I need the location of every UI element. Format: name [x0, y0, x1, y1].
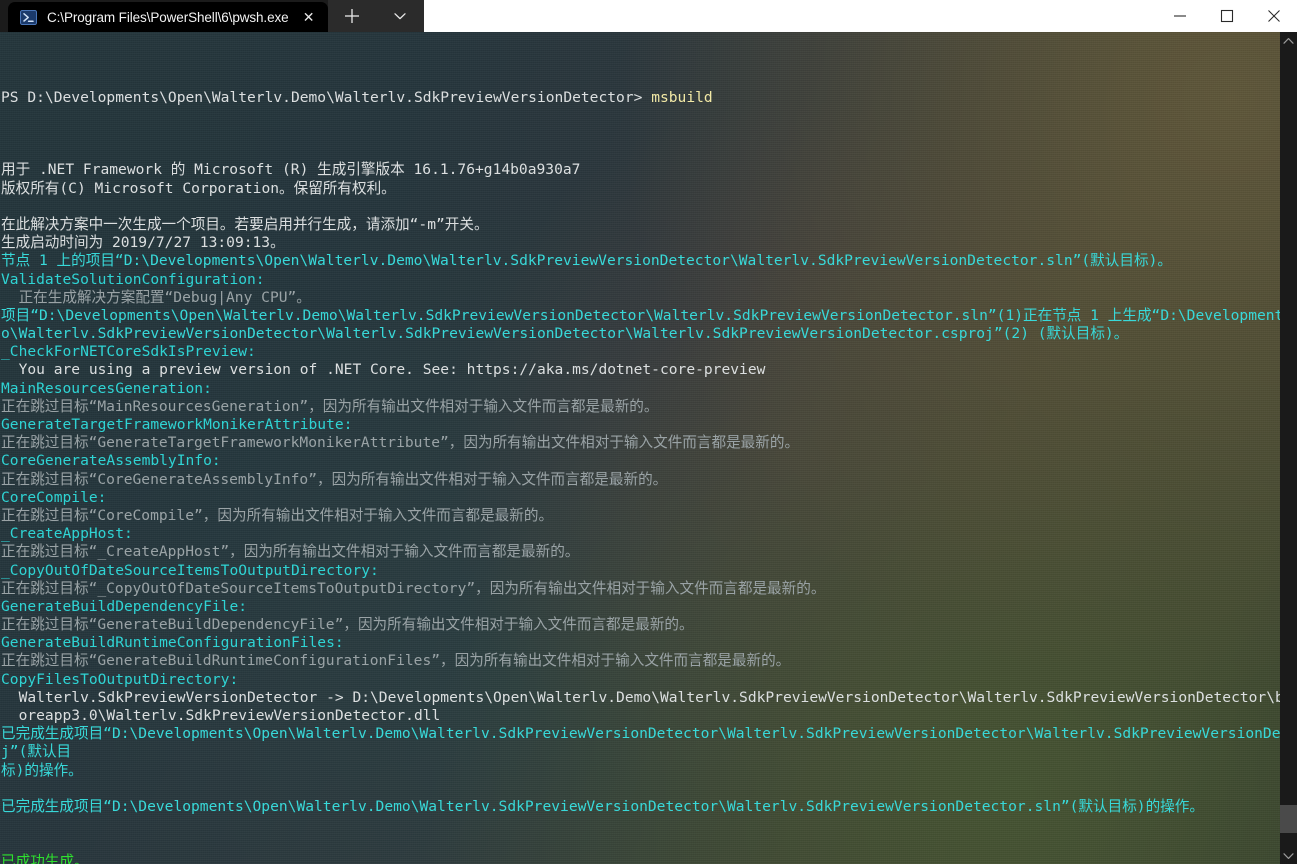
console-line: MainResourcesGeneration: [1, 380, 1280, 398]
console-prompt-line: PS D:\Developments\Open\Walterlv.Demo\Wa… [1, 89, 1280, 107]
tab-dropdown-button[interactable] [376, 0, 424, 32]
powershell-icon [20, 9, 37, 26]
console-line: 标)的操作。 [1, 762, 1280, 780]
console-line: 用于 .NET Framework 的 Microsoft (R) 生成引擎版本… [1, 161, 1280, 179]
entered-command: msbuild [651, 89, 713, 106]
plus-icon [343, 7, 361, 25]
console-line: oreapp3.0\Walterlv.SdkPreviewVersionDete… [1, 707, 1280, 725]
console-line: Walterlv.SdkPreviewVersionDetector -> D:… [1, 689, 1280, 707]
chevron-down-icon [1283, 852, 1294, 860]
console-line: 已完成生成项目“D:\Developments\Open\Walterlv.De… [1, 798, 1280, 816]
console-line: _CheckForNETCoreSdkIsPreview: [1, 343, 1280, 361]
console-line: 正在跳过目标“GenerateBuildRuntimeConfiguration… [1, 652, 1280, 670]
console-line: _CreateAppHost: [1, 525, 1280, 543]
console-line: GenerateBuildDependencyFile: [1, 598, 1280, 616]
console-line [1, 816, 1280, 834]
console-line: 已完成生成项目“D:\Developments\Open\Walterlv.De… [1, 725, 1280, 743]
console-line: j”(默认目 [1, 743, 1280, 761]
console-line: 正在跳过目标“GenerateBuildDependencyFile”，因为所有… [1, 616, 1280, 634]
titlebar-drag-region[interactable] [424, 0, 1156, 32]
console-line: CoreCompile: [1, 489, 1280, 507]
console-line: 节点 1 上的项目“D:\Developments\Open\Walterlv.… [1, 252, 1280, 270]
minimize-button[interactable] [1156, 0, 1203, 32]
console-line: CoreGenerateAssemblyInfo: [1, 452, 1280, 470]
chevron-up-icon [1283, 37, 1294, 45]
console-line [1, 834, 1280, 852]
console-line: 正在生成解决方案配置“Debug|Any CPU”。 [1, 289, 1280, 307]
console-line: 正在跳过目标“_CopyOutOfDateSourceItemsToOutput… [1, 580, 1280, 598]
console-line: GenerateBuildRuntimeConfigurationFiles: [1, 634, 1280, 652]
console-line: 已成功生成。 [1, 853, 1280, 864]
scroll-down-button[interactable] [1280, 847, 1297, 864]
minimize-icon [1173, 9, 1187, 23]
console-lines: 用于 .NET Framework 的 Microsoft (R) 生成引擎版本… [1, 161, 1280, 864]
console-line: You are using a preview version of .NET … [1, 361, 1280, 379]
close-icon[interactable]: ✕ [299, 7, 319, 27]
console-line: 正在跳过目标“CoreCompile”，因为所有输出文件相对于输入文件而言都是最… [1, 507, 1280, 525]
scrollbar-thumb[interactable] [1280, 805, 1297, 833]
tab-actions [328, 0, 424, 32]
window-controls [1156, 0, 1297, 32]
prompt-path: PS D:\Developments\Open\Walterlv.Demo\Wa… [1, 89, 651, 106]
scroll-up-button[interactable] [1280, 32, 1297, 49]
console-line: 在此解决方案中一次生成一个项目。若要启用并行生成，请添加“-m”开关。 [1, 216, 1280, 234]
console-line: 项目“D:\Developments\Open\Walterlv.Demo\Wa… [1, 307, 1280, 325]
maximize-icon [1220, 9, 1234, 23]
terminal-window: C:\Program Files\PowerShell\6\pwsh.exe ✕ [0, 0, 1297, 864]
chevron-down-icon [392, 8, 408, 24]
tab-pwsh[interactable]: C:\Program Files\PowerShell\6\pwsh.exe ✕ [8, 2, 328, 32]
console-line: 正在跳过目标“MainResourcesGeneration”，因为所有输出文件… [1, 398, 1280, 416]
tab-strip: C:\Program Files\PowerShell\6\pwsh.exe ✕ [0, 0, 328, 32]
terminal-body[interactable]: PS D:\Developments\Open\Walterlv.Demo\Wa… [0, 32, 1297, 864]
scrollbar-track[interactable] [1280, 49, 1297, 847]
close-window-button[interactable] [1250, 0, 1297, 32]
console-line: ValidateSolutionConfiguration: [1, 271, 1280, 289]
console-line [1, 198, 1280, 216]
console-line: GenerateTargetFrameworkMonikerAttribute: [1, 416, 1280, 434]
new-tab-button[interactable] [328, 0, 376, 32]
console-line: _CopyOutOfDateSourceItemsToOutputDirecto… [1, 562, 1280, 580]
vertical-scrollbar[interactable] [1280, 32, 1297, 864]
maximize-button[interactable] [1203, 0, 1250, 32]
console-line: 正在跳过目标“GenerateTargetFrameworkMonikerAtt… [1, 434, 1280, 452]
console-line [1, 780, 1280, 798]
console-line: 生成启动时间为 2019/7/27 13:09:13。 [1, 234, 1280, 252]
console-output[interactable]: PS D:\Developments\Open\Walterlv.Demo\Wa… [0, 32, 1280, 864]
console-line: 正在跳过目标“_CreateAppHost”，因为所有输出文件相对于输入文件而言… [1, 543, 1280, 561]
close-icon [1267, 9, 1281, 23]
console-line: o\Walterlv.SdkPreviewVersionDetector\Wal… [1, 325, 1280, 343]
title-bar: C:\Program Files\PowerShell\6\pwsh.exe ✕ [0, 0, 1297, 32]
console-line: CopyFilesToOutputDirectory: [1, 671, 1280, 689]
console-line: 版权所有(C) Microsoft Corporation。保留所有权利。 [1, 180, 1280, 198]
tab-title: C:\Program Files\PowerShell\6\pwsh.exe [47, 10, 289, 25]
console-line: 正在跳过目标“CoreGenerateAssemblyInfo”，因为所有输出文… [1, 471, 1280, 489]
